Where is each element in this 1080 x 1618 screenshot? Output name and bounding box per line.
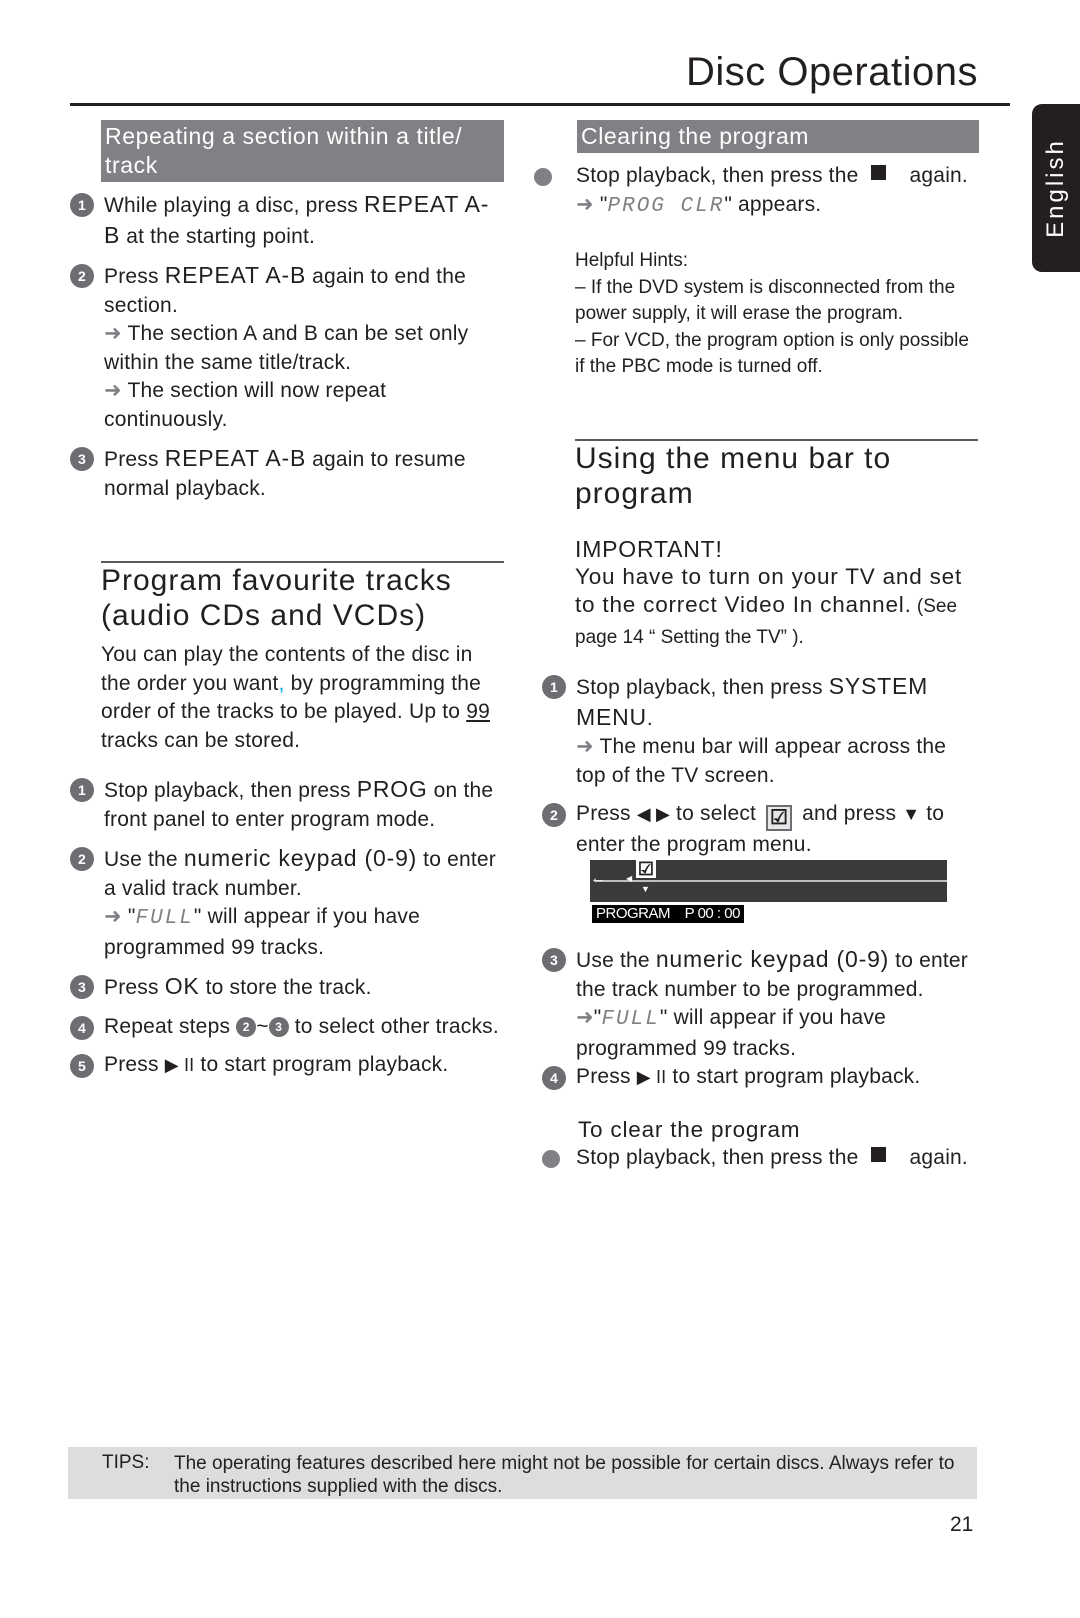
step-number-icon: 2	[70, 847, 94, 871]
program-step-3: 3 Press OK to store the track.	[70, 972, 504, 1003]
clearing-bullet: Stop playback, then press the again. ➜ "…	[534, 162, 979, 221]
triangle-left-icon: ◀	[626, 874, 633, 883]
left-right-arrows-icon: ◀ ▶	[636, 804, 671, 824]
tips-box: TIPS: The operating features described h…	[68, 1447, 977, 1499]
bullet-icon	[534, 168, 552, 186]
right-column-lower: 3 Use the numeric keypad (0-9) to enter …	[542, 945, 979, 1172]
menu-bar-line	[596, 880, 947, 882]
key-label: REPEAT A-B	[164, 262, 307, 288]
step-ref-icon: 3	[268, 1016, 289, 1037]
hint-item: – If the DVD system is disconnected from…	[575, 276, 956, 325]
bullet-icon	[542, 1149, 560, 1168]
page-number: 21	[950, 1513, 974, 1536]
key-label: OK	[164, 973, 200, 999]
menu-step-4: 4 Press ▶ II to start program playback.	[542, 1063, 979, 1092]
left-arrow-icon: ←	[590, 870, 606, 887]
arrow-icon: ➜	[576, 735, 594, 758]
step-number-icon: 2	[542, 803, 566, 827]
tips-text: The operating features described here mi…	[174, 1453, 955, 1497]
program-status-label: PROGRAM P 00 : 00	[592, 905, 744, 923]
menu-step-3: 3 Use the numeric keypad (0-9) to enter …	[542, 945, 979, 1063]
title-rule	[70, 103, 1010, 106]
menu-step-2: 2 Press ◀ ▶ to select ☑ and press ▼ to e…	[542, 800, 979, 860]
repeat-step-3: 3 Press REPEAT A-B again to resume norma…	[70, 444, 504, 503]
stop-icon	[870, 165, 886, 180]
play-pause-icon: ▶ II	[164, 1055, 195, 1075]
program-step-2: 2 Use the numeric keypad (0-9) to enter …	[70, 844, 504, 962]
menu-step-1: 1 Stop playback, then press SYSTEM MENU.…	[542, 672, 979, 790]
program-intro: You can play the contents of the disc in…	[101, 643, 490, 752]
section-heading-program: Program favourite tracks (audio CDs and …	[101, 564, 452, 632]
lcd-text: FULL	[135, 907, 194, 930]
arrow-icon: ➜	[576, 1006, 594, 1029]
left-column: Repeating a section within a title/ trac…	[70, 120, 504, 1080]
program-step-5: 5 Press ▶ II to start program playback.	[70, 1051, 504, 1080]
clear-subheading: To clear the program	[578, 1116, 801, 1142]
arrow-icon: ➜	[576, 192, 594, 216]
hint-item: – For VCD, the program option is only po…	[575, 329, 969, 378]
step-ref-icon: 2	[236, 1016, 257, 1037]
step-number-icon: 2	[70, 264, 94, 288]
right-column: Clearing the program Stop playback, then…	[534, 120, 979, 860]
tips-label: TIPS:	[102, 1452, 150, 1473]
key-label: REPEAT A-B	[164, 445, 307, 471]
program-checkbox-icon: ☑	[766, 805, 793, 831]
play-pause-icon: ▶ II	[636, 1067, 667, 1087]
arrow-icon: ➜	[104, 322, 122, 345]
lcd-text: PROG CLR	[607, 194, 725, 218]
program-checkbox-icon: ☑	[636, 859, 656, 879]
step-note: The section A and B can be set only with…	[104, 322, 469, 374]
step-number-icon: 1	[70, 193, 94, 217]
clear-bullet: Stop playback, then press the again.	[542, 1144, 979, 1173]
step-number-icon: 3	[70, 975, 94, 999]
important-box: IMPORTANT! You have to turn on your TV a…	[575, 535, 979, 653]
repeat-step-2: 2 Press REPEAT A-B again to end the sect…	[70, 261, 504, 434]
step-number-icon: 5	[70, 1054, 94, 1078]
step-number-icon: 4	[542, 1066, 566, 1090]
language-tab-label: English	[1042, 138, 1069, 238]
important-title: IMPORTANT!	[575, 535, 723, 562]
step-number-icon: 4	[70, 1015, 94, 1040]
step-number-icon: 3	[542, 948, 566, 972]
important-text: You have to turn on your TV and set to t…	[575, 563, 962, 618]
arrow-icon: ➜	[104, 379, 122, 402]
triangle-down-icon: ▼	[641, 884, 650, 894]
helpful-hints: Helpful Hints: – If the DVD system is di…	[575, 248, 979, 381]
program-step-1: 1 Stop playback, then press PROG on the …	[70, 775, 504, 834]
page-title: Disc Operations	[685, 50, 978, 94]
arrow-icon: ➜	[104, 905, 122, 928]
key-label: PROG	[356, 776, 428, 802]
key-label: numeric keypad (0-9)	[183, 845, 418, 871]
hints-title: Helpful Hints:	[575, 250, 688, 271]
section-heading-menu-bar: Using the menu bar to program	[575, 441, 892, 510]
stop-icon	[870, 1146, 886, 1162]
section-heading-clearing: Clearing the program	[577, 120, 979, 153]
down-arrow-icon: ▼	[902, 804, 921, 824]
step-number-icon: 1	[542, 675, 566, 699]
tv-menu-bar-illustration: ← ◀ ☑ ▼	[590, 860, 947, 902]
step-note: The section will now repeat continuously…	[104, 379, 387, 431]
key-label: numeric keypad (0-9)	[655, 946, 890, 972]
program-step-4: 4 Repeat steps 2 ~3 to select other track…	[70, 1013, 504, 1042]
step-number-icon: 1	[70, 778, 94, 802]
step-number-icon: 3	[70, 447, 94, 471]
language-tab[interactable]: English	[1032, 104, 1080, 272]
lcd-text: FULL	[601, 1008, 660, 1031]
section-heading-repeat: Repeating a section within a title/ trac…	[101, 120, 504, 182]
repeat-step-1: 1 While playing a disc, press REPEAT A-B…	[70, 190, 504, 251]
